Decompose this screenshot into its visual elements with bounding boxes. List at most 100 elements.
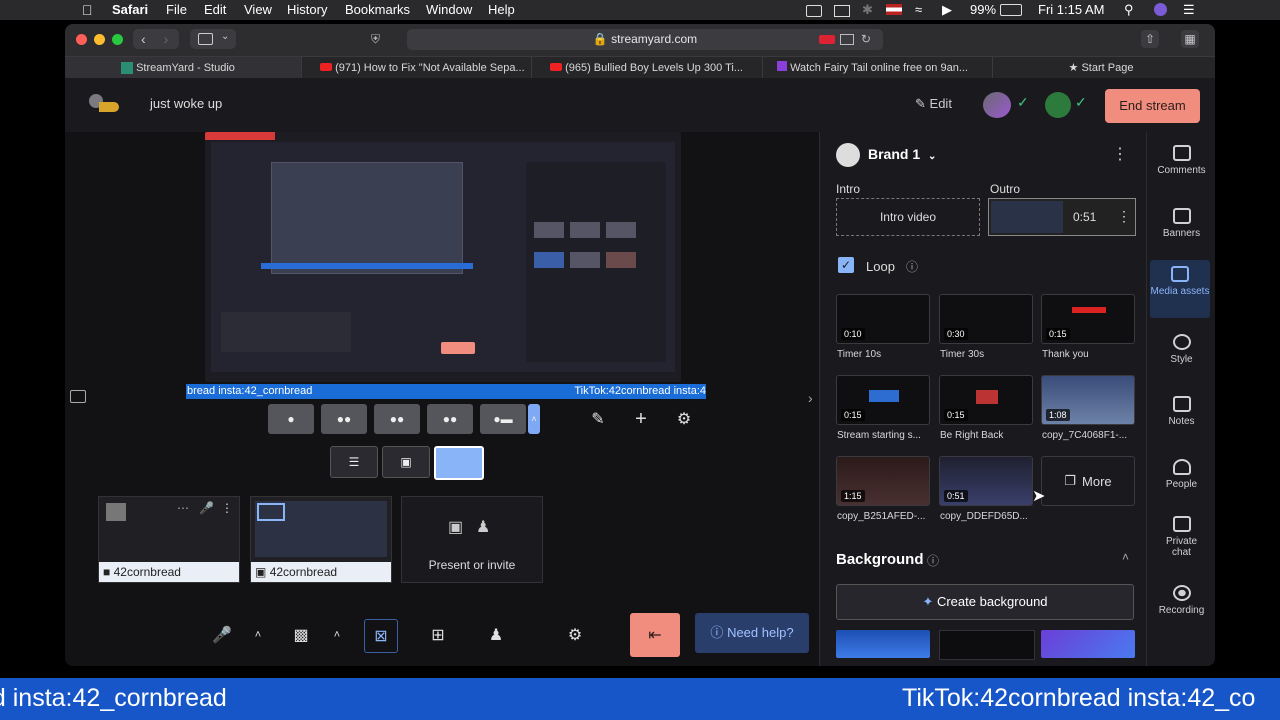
- background-thumbnail[interactable]: [1041, 630, 1135, 658]
- user-icon[interactable]: [1154, 3, 1167, 16]
- share-icon[interactable]: ⇧: [1141, 30, 1159, 48]
- chevron-up-icon[interactable]: ˄: [1122, 550, 1129, 564]
- loop-checkbox[interactable]: ✓: [838, 257, 854, 273]
- back-icon[interactable]: ‹: [141, 31, 146, 47]
- need-help-button[interactable]: ⓘ Need help?: [695, 613, 809, 653]
- reload-icon[interactable]: ↻: [861, 29, 871, 50]
- menu-window[interactable]: Window: [426, 2, 472, 17]
- media-asset-thumbnail[interactable]: 1:15: [836, 456, 930, 506]
- close-window-button[interactable]: [76, 34, 87, 45]
- leave-studio-button[interactable]: ⇤: [630, 613, 680, 657]
- sidebar-item-media-assets[interactable]: Media assets: [1150, 260, 1210, 318]
- layout-sidebar-button[interactable]: ☰: [330, 446, 378, 478]
- destination-avatar[interactable]: [1045, 92, 1071, 118]
- sidebar-item-style[interactable]: Style: [1147, 334, 1215, 365]
- recording-indicator-icon[interactable]: [819, 35, 835, 44]
- menu-file[interactable]: File: [166, 2, 187, 17]
- tab-start-page[interactable]: ★ Start Page: [987, 57, 1215, 79]
- tab-youtube-1[interactable]: (971) How to Fix "Not Available Sepa...: [296, 57, 532, 79]
- layout-group-button[interactable]: ●●: [321, 404, 367, 434]
- spotlight-icon[interactable]: ⚲: [1124, 2, 1134, 18]
- volume-icon[interactable]: ▶: [942, 2, 952, 18]
- wifi-icon[interactable]: ≈: [915, 2, 922, 17]
- menu-bookmarks[interactable]: Bookmarks: [345, 2, 410, 17]
- minimize-window-button[interactable]: [94, 34, 105, 45]
- more-assets-button[interactable]: ❐ More: [1041, 456, 1135, 506]
- address-bar[interactable]: 🔒 streamyard.com ↻: [407, 29, 883, 50]
- broadcast-title[interactable]: just woke up: [150, 96, 222, 111]
- sidebar-item-comments[interactable]: Comments: [1147, 145, 1215, 176]
- tab-streamyard[interactable]: StreamYard - Studio: [65, 57, 302, 79]
- create-background-button[interactable]: ✦ Create background: [836, 584, 1134, 620]
- menu-view[interactable]: View: [244, 2, 272, 17]
- layout-fullscreen-button[interactable]: [434, 446, 484, 480]
- menu-kebab-icon[interactable]: ⋮: [1112, 144, 1128, 164]
- layout-solo-button[interactable]: ●: [268, 404, 314, 434]
- media-asset-thumbnail[interactable]: 0:51: [939, 456, 1033, 506]
- background-thumbnail[interactable]: [939, 630, 1035, 660]
- clock[interactable]: Fri 1:15 AM: [1038, 2, 1104, 17]
- sidebar-item-private-chat[interactable]: Private chat: [1147, 516, 1215, 558]
- us-flag-icon[interactable]: [886, 4, 902, 15]
- tab-youtube-2[interactable]: (965) Bullied Boy Levels Up 300 Ti...: [526, 57, 763, 79]
- media-asset-thumbnail[interactable]: 0:30: [939, 294, 1033, 344]
- left-panel-toggle-icon[interactable]: [70, 390, 86, 403]
- forward-icon[interactable]: ›: [164, 31, 169, 47]
- add-icon[interactable]: +: [625, 403, 657, 435]
- tab-fairy-tail[interactable]: Watch Fairy Tail online free on 9an...: [757, 57, 993, 79]
- present-or-invite-tile[interactable]: ▣ ♟ Present or invite: [401, 496, 543, 583]
- background-thumbnail[interactable]: [836, 630, 930, 658]
- menu-kebab-icon[interactable]: ⋮: [1117, 208, 1131, 225]
- display-icon[interactable]: [834, 5, 850, 17]
- media-asset-thumbnail[interactable]: 1:08: [1041, 375, 1135, 425]
- mic-icon[interactable]: 🎤: [199, 501, 214, 515]
- intro-video-slot[interactable]: Intro video: [836, 198, 980, 236]
- pencil-icon[interactable]: ✎: [582, 403, 614, 435]
- zoom-window-button[interactable]: [112, 34, 123, 45]
- menu-app-name[interactable]: Safari: [112, 2, 148, 17]
- control-center-icon[interactable]: ☰: [1183, 2, 1195, 18]
- media-asset-thumbnail[interactable]: 0:15: [836, 375, 930, 425]
- stop-share-button[interactable]: ⊠: [364, 619, 398, 653]
- invite-button[interactable]: ♟: [480, 619, 512, 651]
- end-stream-button[interactable]: End stream: [1105, 89, 1200, 123]
- outro-video-slot[interactable]: 0:51 ⋮: [988, 198, 1136, 236]
- menu-edit[interactable]: Edit: [204, 2, 226, 17]
- mic-options-icon[interactable]: ˄: [242, 619, 274, 651]
- collapse-panel-icon[interactable]: ›: [808, 390, 813, 406]
- bluetooth-icon[interactable]: ✱: [862, 2, 873, 18]
- menu-history[interactable]: History: [287, 2, 327, 17]
- media-asset-thumbnail[interactable]: 0:10: [836, 294, 930, 344]
- settings-button[interactable]: ⚙: [559, 619, 591, 651]
- media-asset-thumbnail[interactable]: 0:15: [1041, 294, 1135, 344]
- reader-icon[interactable]: [840, 34, 854, 45]
- shield-icon[interactable]: ⛨: [371, 32, 380, 47]
- screen-mirror-icon[interactable]: [806, 5, 822, 17]
- apple-icon[interactable]: : [82, 2, 93, 18]
- sidebar-item-people[interactable]: People: [1147, 459, 1215, 490]
- participant-tile[interactable]: ▣ 42cornbread: [250, 496, 392, 583]
- participant-tile[interactable]: ⋯ 🎤 ⋮ ■ 42cornbread: [98, 496, 240, 583]
- camera-options-icon[interactable]: ˄: [321, 619, 353, 651]
- media-asset-thumbnail[interactable]: 0:15: [939, 375, 1033, 425]
- sidebar-toggle-button[interactable]: ⌄: [190, 29, 236, 49]
- layout-screen-button[interactable]: ●▬: [480, 404, 526, 434]
- battery-icon[interactable]: [1000, 4, 1022, 16]
- more-layouts-button[interactable]: ˄: [528, 404, 540, 434]
- gear-icon[interactable]: ⚙: [668, 403, 700, 435]
- tab-overview-icon[interactable]: ▦: [1181, 30, 1199, 48]
- camera-button[interactable]: ▩: [285, 619, 317, 651]
- help-icon[interactable]: ⓘ: [906, 258, 918, 275]
- brand-selector[interactable]: Brand 1 ⌄: [868, 146, 936, 162]
- menu-kebab-icon[interactable]: ⋮: [221, 501, 233, 515]
- sidebar-item-notes[interactable]: Notes: [1147, 396, 1215, 427]
- layout-pip-button[interactable]: ▣: [382, 446, 430, 478]
- menu-help[interactable]: Help: [488, 2, 515, 17]
- sidebar-item-recording[interactable]: Recording: [1147, 585, 1215, 616]
- sidebar-item-banners[interactable]: Banners: [1147, 208, 1215, 239]
- share-screen-button[interactable]: ⊞: [422, 619, 454, 651]
- help-icon[interactable]: ⓘ: [927, 552, 939, 569]
- mic-button[interactable]: 🎤: [206, 619, 238, 651]
- edit-button[interactable]: ✎ Edit: [915, 96, 952, 112]
- more-dots-icon[interactable]: ⋯: [177, 501, 189, 515]
